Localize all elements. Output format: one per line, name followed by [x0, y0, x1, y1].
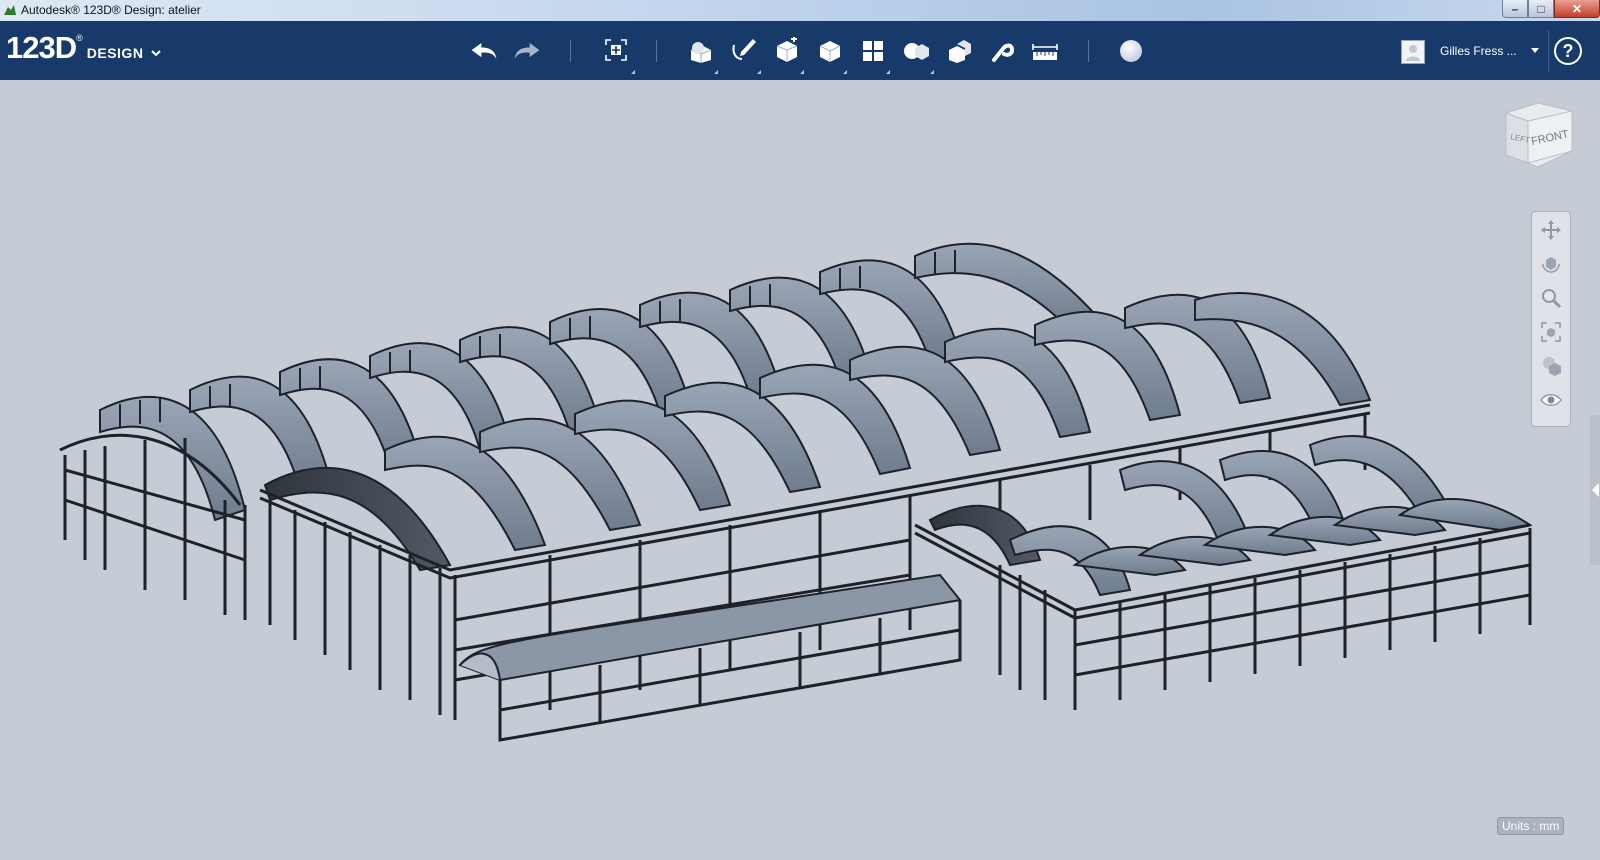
grouping-icon[interactable]: [901, 36, 931, 66]
navigation-bar: [1531, 211, 1571, 427]
logo-registered: ®: [76, 33, 83, 43]
logo-main: 123D: [6, 30, 77, 65]
sketch-icon[interactable]: [729, 35, 759, 65]
dropdown-marker: [843, 70, 847, 74]
maximize-button[interactable]: □: [1528, 0, 1554, 18]
pattern-icon[interactable]: [858, 36, 888, 66]
app-menu-logo[interactable]: 123D ® DESIGN: [6, 30, 162, 66]
user-icon: [1406, 45, 1420, 61]
modify-icon[interactable]: [815, 36, 845, 66]
dropdown-marker: [714, 70, 718, 74]
dropdown-marker: [886, 70, 890, 74]
avatar[interactable]: [1401, 40, 1425, 64]
window-controls: – □ ✕: [1502, 0, 1600, 18]
redo-icon[interactable]: [512, 36, 542, 66]
user-name[interactable]: Gilles Fress ...: [1440, 44, 1517, 58]
dropdown-marker: [930, 70, 934, 74]
3d-viewport[interactable]: LEFT FRONT Units : mm: [0, 80, 1600, 860]
minimize-button[interactable]: –: [1502, 0, 1528, 18]
combine-icon[interactable]: [944, 36, 974, 66]
orbit-icon[interactable]: [1537, 250, 1565, 278]
fit-icon[interactable]: [1537, 318, 1565, 346]
pan-icon[interactable]: [1537, 216, 1565, 244]
zoom-icon[interactable]: [1537, 284, 1565, 312]
viewcube[interactable]: LEFT FRONT: [1498, 99, 1578, 179]
primitives-icon[interactable]: [686, 36, 716, 66]
app-icon: [4, 5, 16, 15]
building-model[interactable]: [0, 80, 1600, 860]
dropdown-marker: [631, 70, 635, 74]
measure-icon[interactable]: [1030, 36, 1060, 66]
window-titlebar: Autodesk® 123D® Design: atelier – □ ✕: [0, 0, 1600, 21]
view-mode-icon[interactable]: [1537, 352, 1565, 380]
toolbar-separator: [1088, 40, 1089, 62]
chevron-down-icon: [151, 50, 162, 57]
help-button[interactable]: ?: [1554, 37, 1582, 65]
window-title: Autodesk® 123D® Design: atelier: [21, 3, 201, 17]
logo-sub: DESIGN: [86, 45, 144, 61]
undo-icon[interactable]: [469, 36, 499, 66]
transform-icon[interactable]: [601, 35, 631, 65]
units-indicator[interactable]: Units : mm: [1497, 817, 1565, 835]
right-wing: [928, 435, 1533, 597]
visibility-icon[interactable]: [1537, 386, 1565, 414]
toolbar-separator: [656, 40, 657, 62]
dropdown-marker: [757, 70, 761, 74]
close-button[interactable]: ✕: [1554, 0, 1600, 18]
dropdown-marker: [800, 70, 804, 74]
chevron-down-icon[interactable]: [1531, 48, 1539, 53]
snap-icon[interactable]: [987, 36, 1017, 66]
construct-icon[interactable]: [772, 35, 802, 65]
toolbar-separator: [570, 40, 571, 62]
material-icon[interactable]: [1116, 36, 1146, 66]
toolbar-separator: [1548, 30, 1549, 72]
entrance-canopy: [458, 573, 962, 740]
chevron-left-icon[interactable]: [1592, 483, 1599, 497]
